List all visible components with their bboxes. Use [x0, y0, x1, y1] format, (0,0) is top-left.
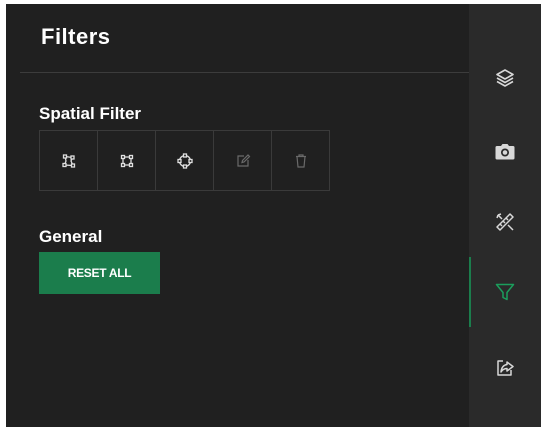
sidebar-item-layers[interactable]	[469, 48, 541, 108]
panel-title: Filters	[41, 24, 111, 49]
delete-shape-button[interactable]	[271, 130, 330, 191]
spatial-filter-toolbar	[39, 130, 330, 191]
draw-rectangle-button[interactable]	[97, 130, 156, 191]
draw-rectangle-icon	[120, 154, 133, 167]
draw-circle-icon	[176, 152, 193, 169]
edit-shape-button[interactable]	[213, 130, 272, 191]
sidebar-item-measure[interactable]	[469, 192, 541, 252]
spatial-filter-title: Spatial Filter	[39, 104, 142, 123]
measure-tools-icon	[496, 213, 514, 231]
draw-polygon-icon	[61, 153, 75, 168]
app-window: Filters Spatial Filter General RESET ALL	[6, 4, 541, 427]
right-toolbar	[469, 4, 541, 427]
sidebar-item-filter[interactable]	[469, 257, 541, 327]
camera-icon	[495, 144, 515, 160]
title-divider	[20, 72, 469, 73]
layers-icon	[496, 69, 514, 87]
general-title: General	[39, 227, 103, 246]
reset-all-button[interactable]: RESET ALL	[39, 252, 160, 294]
filter-icon	[495, 283, 515, 301]
draw-circle-button[interactable]	[155, 130, 214, 191]
draw-polygon-button[interactable]	[39, 130, 98, 191]
filters-panel: Filters Spatial Filter General RESET ALL	[6, 4, 469, 427]
sidebar-item-screenshot[interactable]	[469, 122, 541, 182]
sidebar-item-share[interactable]	[469, 338, 541, 398]
delete-icon	[295, 153, 306, 168]
edit-icon	[236, 153, 250, 167]
share-icon	[497, 360, 514, 376]
